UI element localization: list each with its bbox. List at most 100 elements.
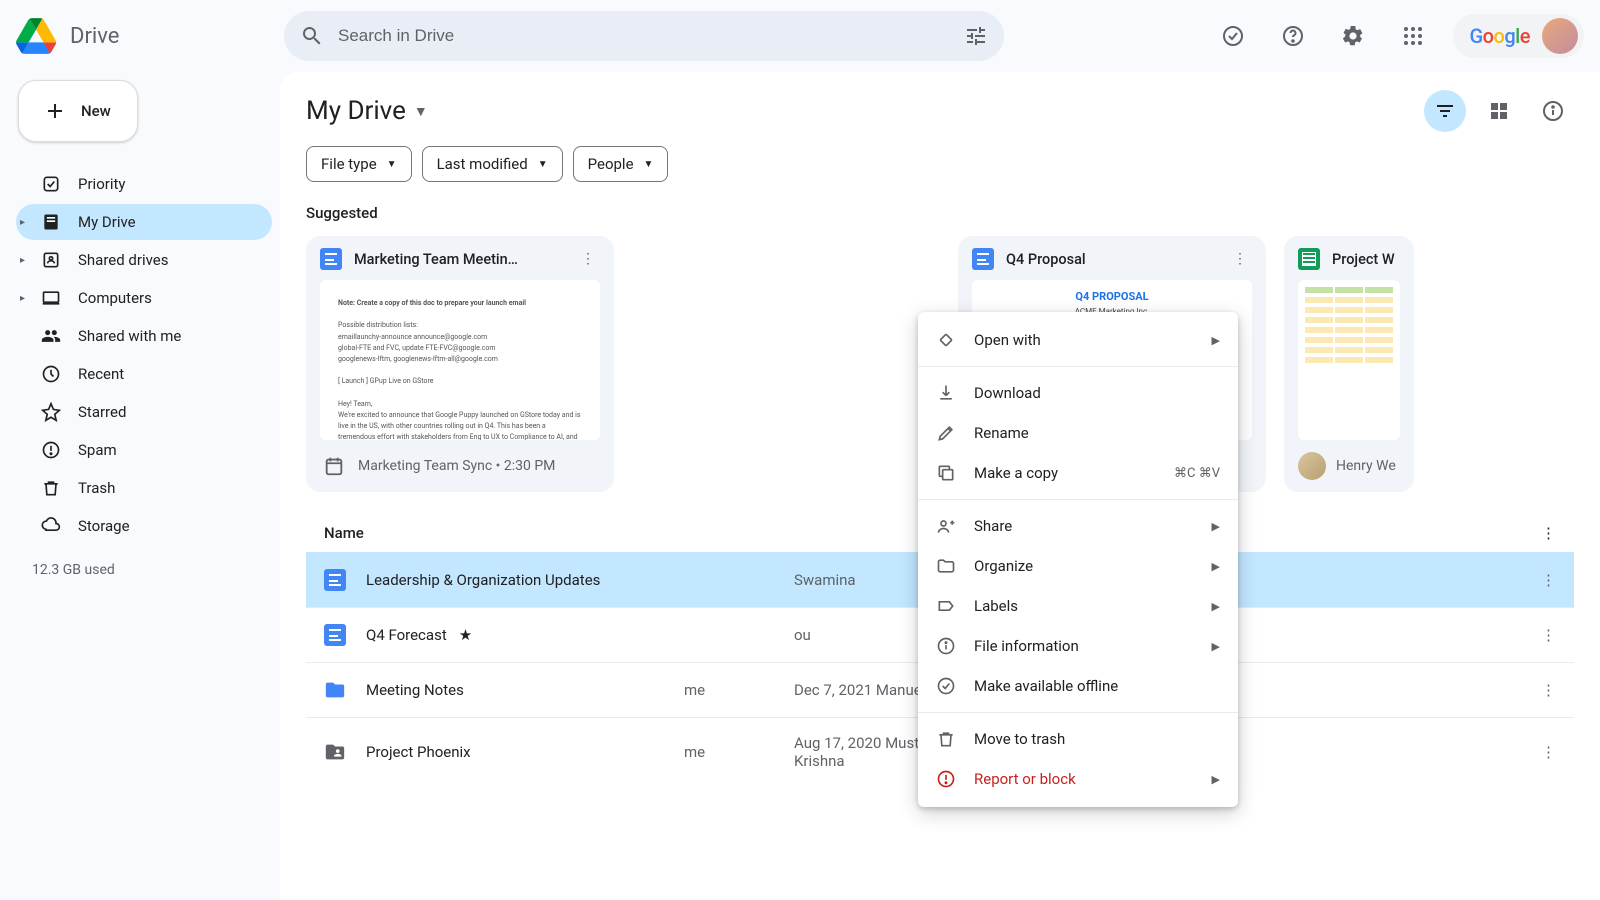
sidebar-item-priority[interactable]: Priority	[16, 166, 272, 202]
menu-download[interactable]: Download	[918, 373, 1238, 413]
filter-button[interactable]	[1424, 90, 1466, 132]
submenu-arrow-icon: ▶	[1212, 520, 1220, 533]
sidebar-item-trash[interactable]: Trash	[16, 470, 272, 506]
chevron-down-icon: ▼	[387, 159, 397, 170]
rename-icon	[936, 423, 956, 443]
menu-offline[interactable]: Make available offline	[918, 666, 1238, 706]
settings-icon[interactable]	[1333, 16, 1373, 56]
keyboard-shortcut: ⌘C ⌘V	[1174, 466, 1220, 481]
chip-last-modified[interactable]: Last modified▼	[422, 146, 563, 182]
chip-people[interactable]: People▼	[573, 146, 669, 182]
star-icon: ★	[459, 626, 472, 644]
sidebar-item-label: Shared drives	[78, 251, 168, 269]
sidebar-item-label: Trash	[78, 479, 115, 497]
sidebar-item-starred[interactable]: Starred	[16, 394, 272, 430]
row-menu-button[interactable]: ⋮	[1362, 681, 1556, 699]
account-switcher[interactable]: Google	[1453, 14, 1584, 58]
breadcrumb-label: My Drive	[306, 96, 406, 126]
breadcrumb[interactable]: My Drive ▼	[306, 96, 428, 126]
docs-icon	[972, 248, 994, 270]
plus-icon	[43, 99, 67, 123]
column-name[interactable]: Name	[324, 524, 684, 542]
sidebar-item-recent[interactable]: Recent	[16, 356, 272, 392]
menu-report[interactable]: Report or block ▶	[918, 759, 1238, 799]
menu-open-with[interactable]: Open with ▶	[918, 320, 1238, 360]
filter-chips: File type▼ Last modified▼ People▼	[306, 146, 1574, 182]
chip-file-type[interactable]: File type▼	[306, 146, 412, 182]
app-name: Drive	[70, 24, 119, 49]
menu-file-info[interactable]: File information ▶	[918, 626, 1238, 666]
chevron-down-icon: ▼	[414, 103, 428, 120]
sidebar-item-label: My Drive	[78, 213, 136, 231]
info-button[interactable]	[1532, 90, 1574, 132]
row-menu-button[interactable]: ⋮	[1362, 571, 1556, 589]
file-owner: me	[684, 681, 794, 699]
sidebar-item-shared-drives[interactable]: ▸ Shared drives	[16, 242, 272, 278]
priority-icon	[40, 173, 62, 195]
offline-icon	[936, 676, 956, 696]
expand-icon[interactable]: ▸	[20, 217, 25, 228]
suggested-title: Suggested	[306, 204, 1574, 222]
table-header-menu[interactable]: ⋮	[1362, 524, 1556, 542]
main-content: My Drive ▼ File type▼ Last modified▼ Peo…	[280, 72, 1600, 900]
storage-used-label: 12.3 GB used	[16, 546, 272, 586]
sidebar-item-label: Starred	[78, 403, 126, 421]
organize-icon	[936, 556, 956, 576]
sidebar-item-computers[interactable]: ▸ Computers	[16, 280, 272, 316]
menu-divider	[918, 499, 1238, 500]
sidebar-item-label: Computers	[78, 289, 152, 307]
user-avatar-icon	[1298, 452, 1326, 480]
help-icon[interactable]	[1273, 16, 1313, 56]
chevron-down-icon: ▼	[644, 159, 654, 170]
search-input[interactable]	[338, 26, 950, 46]
context-menu: Open with ▶ Download Rename Make a copy …	[918, 312, 1238, 807]
submenu-arrow-icon: ▶	[1212, 640, 1220, 653]
sidebar: New Priority ▸ My Drive ▸ Shared drives …	[0, 72, 280, 900]
suggested-card[interactable]: Marketing Team Meetin… ⋮ Note: Create a …	[306, 236, 614, 492]
card-preview	[1298, 280, 1400, 440]
card-menu-button[interactable]: ⋮	[1228, 251, 1252, 267]
chevron-down-icon: ▼	[538, 159, 548, 170]
card-menu-button[interactable]: ⋮	[576, 251, 600, 267]
menu-rename[interactable]: Rename	[918, 413, 1238, 453]
sidebar-item-spam[interactable]: Spam	[16, 432, 272, 468]
logo-area[interactable]: Drive	[16, 16, 276, 56]
storage-icon	[40, 515, 62, 537]
grid-view-button[interactable]	[1478, 90, 1520, 132]
search-options-icon[interactable]	[964, 24, 988, 48]
expand-icon[interactable]: ▸	[20, 293, 25, 304]
shared-drives-icon	[40, 249, 62, 271]
shared-with-me-icon	[40, 325, 62, 347]
menu-divider	[918, 366, 1238, 367]
new-button[interactable]: New	[18, 80, 138, 142]
suggested-card[interactable]: Project W Henry We	[1284, 236, 1414, 492]
recent-icon	[40, 363, 62, 385]
search-bar[interactable]	[284, 11, 1004, 61]
offline-status-icon[interactable]	[1213, 16, 1253, 56]
sidebar-item-my-drive[interactable]: ▸ My Drive	[16, 204, 272, 240]
file-name: Project Phoenix	[366, 743, 471, 761]
expand-icon[interactable]: ▸	[20, 255, 25, 266]
trash-icon	[936, 729, 956, 749]
menu-labels[interactable]: Labels ▶	[918, 586, 1238, 626]
folder-icon	[324, 679, 346, 701]
folder-shared-icon	[324, 741, 346, 763]
share-icon	[936, 516, 956, 536]
user-avatar[interactable]	[1542, 18, 1578, 54]
menu-organize[interactable]: Organize ▶	[918, 546, 1238, 586]
file-name: Meeting Notes	[366, 681, 464, 699]
apps-icon[interactable]	[1393, 16, 1433, 56]
menu-make-copy[interactable]: Make a copy ⌘C ⌘V	[918, 453, 1238, 493]
row-menu-button[interactable]: ⋮	[1362, 743, 1556, 761]
sidebar-item-shared-with-me[interactable]: Shared with me	[16, 318, 272, 354]
docs-icon	[324, 624, 346, 646]
menu-share[interactable]: Share ▶	[918, 506, 1238, 546]
file-owner: me	[684, 743, 794, 761]
app-header: Drive Google	[0, 0, 1600, 72]
sidebar-item-storage[interactable]: Storage	[16, 508, 272, 544]
menu-trash[interactable]: Move to trash	[918, 719, 1238, 759]
submenu-arrow-icon: ▶	[1212, 334, 1220, 347]
sidebar-item-label: Storage	[78, 517, 130, 535]
row-menu-button[interactable]: ⋮	[1362, 626, 1556, 644]
card-footer: Henry We	[1336, 458, 1396, 474]
